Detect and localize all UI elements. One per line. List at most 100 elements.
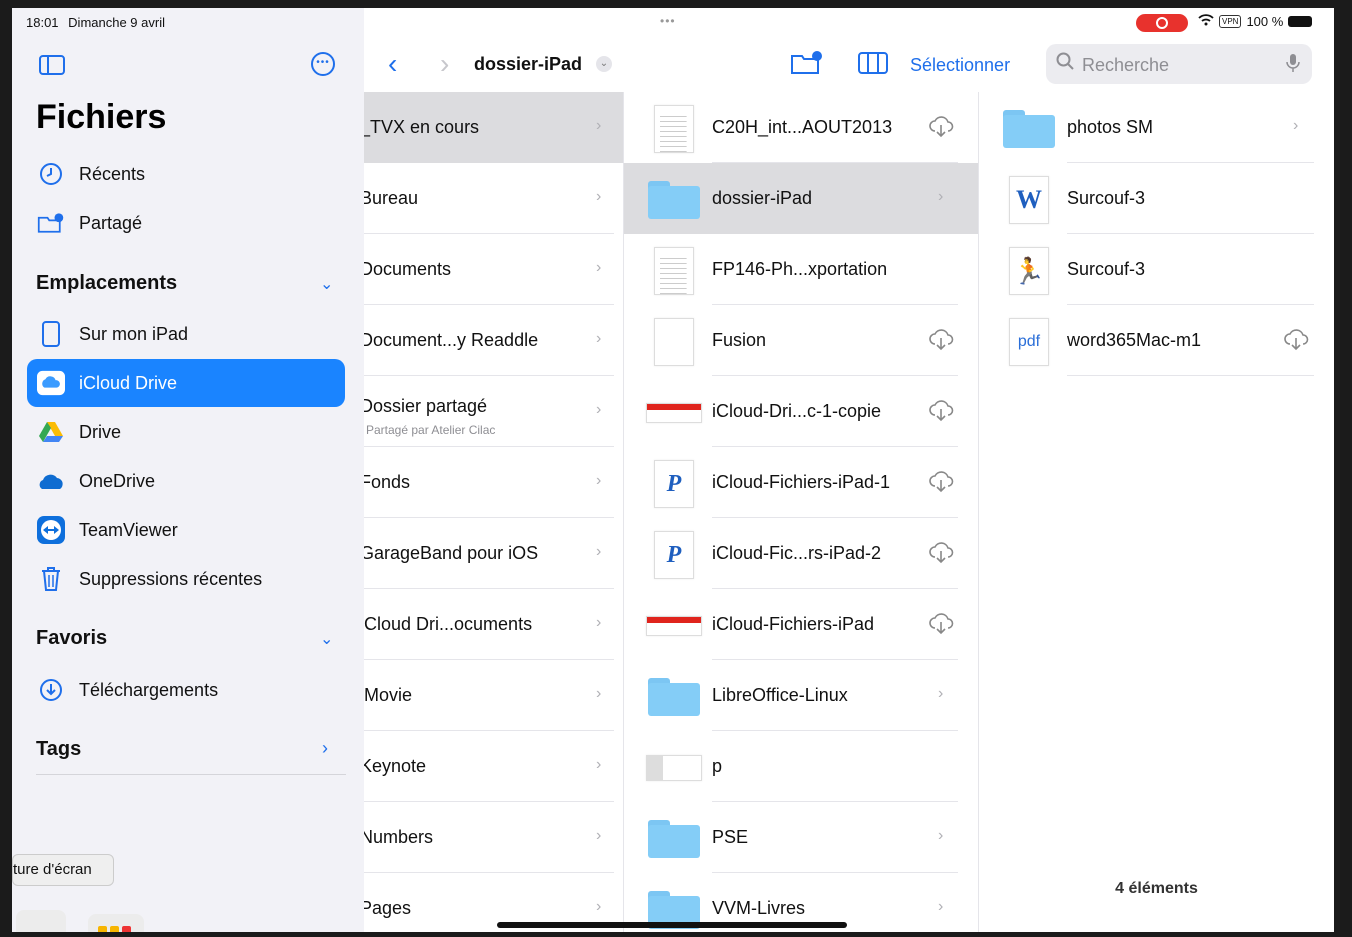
item-name: _TVX en cours [364,117,480,137]
new-folder-icon[interactable] [790,50,824,82]
column-view-icon[interactable] [858,51,888,81]
sidebar-item-drive[interactable]: Drive [27,408,345,456]
chevron-right-icon: › [1293,117,1299,134]
list-item[interactable]: Dossier partagé Partagé par Atelier Cilac… [364,376,623,447]
multitasking-dots-icon[interactable]: ••• [660,14,676,28]
item-name: photos SM [1067,117,1154,137]
chevron-right-icon: › [596,685,602,702]
list-item[interactable]: iCloud-Dri...c-1-copie [624,376,978,447]
divider [36,774,346,775]
screen: 18:01 Dimanche 9 avril ••• Fichiers Réce… [12,8,1334,932]
cloud-download-icon[interactable] [928,398,954,428]
cloud-download-icon[interactable] [928,469,954,499]
sidebar-item-teamviewer[interactable]: TeamViewer [27,506,345,554]
home-indicator[interactable] [497,922,847,928]
chevron-right-icon: › [596,756,602,773]
list-item[interactable]: Fusion [624,305,978,376]
list-item[interactable]: W Surcouf-3 [979,163,1334,234]
list-item[interactable]: FP146-Ph...xportation [624,234,978,305]
item-name: iCloud-Dri...c-1-copie [712,401,882,421]
chevron-right-icon: › [596,827,602,844]
forward-chevron-icon[interactable]: › [440,48,449,80]
list-item[interactable]: iCloud Dri...ocuments › [364,589,623,660]
list-item[interactable]: _TVX en cours › [364,92,623,163]
sidebar-item-ipad[interactable]: Sur mon iPad [27,310,345,358]
list-item[interactable]: PSE › [624,802,978,873]
chevron-down-icon[interactable]: ⌄ [320,629,333,649]
sidebar-toggle-icon[interactable] [39,55,65,75]
sidebar-item-label: Suppressions récentes [79,568,263,589]
sidebar-item-onedrive[interactable]: OneDrive [27,457,345,505]
list-item[interactable]: p [624,731,978,802]
vpn-badge: VPN [1219,15,1242,28]
ipad-icon [37,321,65,347]
list-item[interactable]: Numbers › [364,802,623,873]
list-item[interactable]: Bureau › [364,163,623,234]
list-item[interactable]: dossier-iPad › [624,163,978,234]
chevron-right-icon: › [596,117,602,134]
breadcrumb[interactable]: dossier-iPad [474,54,582,75]
search-icon [1056,52,1074,75]
chevron-down-icon[interactable]: ⌄ [596,56,612,72]
page-title: Fichiers [36,98,167,136]
sidebar-item-shared[interactable]: Partagé [27,199,345,247]
list-item[interactable]: LibreOffice-Linux › [624,660,978,731]
list-item[interactable]: PiCloud-Fichiers-iPad-1 [624,447,978,518]
list-item[interactable]: iCloud-Fichiers-iPad [624,589,978,660]
list-item[interactable]: Document...y Readdle › [364,305,623,376]
locations-heading: Emplacements [36,272,178,294]
item-name: LibreOffice-Linux [712,685,848,705]
pdf-icon: pdf [1009,318,1049,366]
item-name: FP146-Ph...xportation [712,259,888,279]
list-item[interactable]: Keynote › [364,731,623,802]
sidebar-item-label: OneDrive [79,470,156,491]
sidebar-item-icloud-drive[interactable]: iCloud Drive [27,359,345,407]
pages-document-icon: P [654,460,694,508]
favorites-heading: Favoris [36,627,108,649]
chevron-right-icon: › [596,898,602,915]
microphone-icon[interactable] [1286,53,1300,78]
item-name: C20H_int...AOUT2013 [712,117,893,137]
chevron-right-icon: › [596,188,602,205]
cloud-download-icon[interactable] [928,327,954,357]
back-chevron-icon[interactable]: ‹ [388,48,397,80]
app-switcher-icon[interactable] [88,914,144,932]
folder-icon [648,820,700,858]
google-drive-icon [37,421,65,443]
tags-heading[interactable]: Tags [36,738,81,761]
search-input[interactable] [1080,52,1284,78]
status-time-date: 18:01 Dimanche 9 avril [26,15,171,30]
folder-icon [1003,110,1055,148]
chevron-right-icon: › [596,259,602,276]
item-name: GarageBand pour iOS [364,543,539,563]
sidebar-item-recently-deleted[interactable]: Suppressions récentes [27,555,345,603]
list-item[interactable]: Fonds › [364,447,623,518]
list-item[interactable]: C20H_int...AOUT2013 [624,92,978,163]
sidebar-item-recents[interactable]: Récents [27,150,345,198]
search-field[interactable] [1046,44,1312,84]
screenshot-app-icon[interactable] [16,910,66,932]
list-item[interactable]: pdf word365Mac-m1 [979,305,1334,376]
sidebar-item-downloads[interactable]: Téléchargements [27,666,345,714]
sidebar-item-label: Partagé [79,212,143,233]
list-item[interactable]: GarageBand pour iOS › [364,518,623,589]
chevron-right-icon[interactable]: › [322,738,328,759]
list-item[interactable]: photos SM › [979,92,1334,163]
item-name: iCloud-Fic...rs-iPad-2 [712,543,882,563]
document-thumbnail [654,105,694,153]
list-item[interactable]: PiCloud-Fic...rs-iPad-2 [624,518,978,589]
cloud-download-icon[interactable] [928,114,954,144]
cloud-download-icon[interactable] [1283,327,1309,357]
select-button[interactable]: Sélectionner [910,55,1010,76]
chevron-down-icon[interactable]: ⌄ [320,274,333,294]
more-options-icon[interactable]: ••• [311,52,335,76]
download-icon [37,678,65,702]
cloud-download-icon[interactable] [928,540,954,570]
item-name: iMovie [364,685,413,705]
list-item[interactable]: 🏃 Surcouf-3 [979,234,1334,305]
cloud-download-icon[interactable] [928,611,954,641]
status-indicators: VPN 100 % [1198,14,1313,29]
list-item[interactable]: Documents › [364,234,623,305]
column-tvx-en-cours: C20H_int...AOUT2013 dossier-iPad › FP146-Ph… [624,92,979,932]
list-item[interactable]: iMovie › [364,660,623,731]
